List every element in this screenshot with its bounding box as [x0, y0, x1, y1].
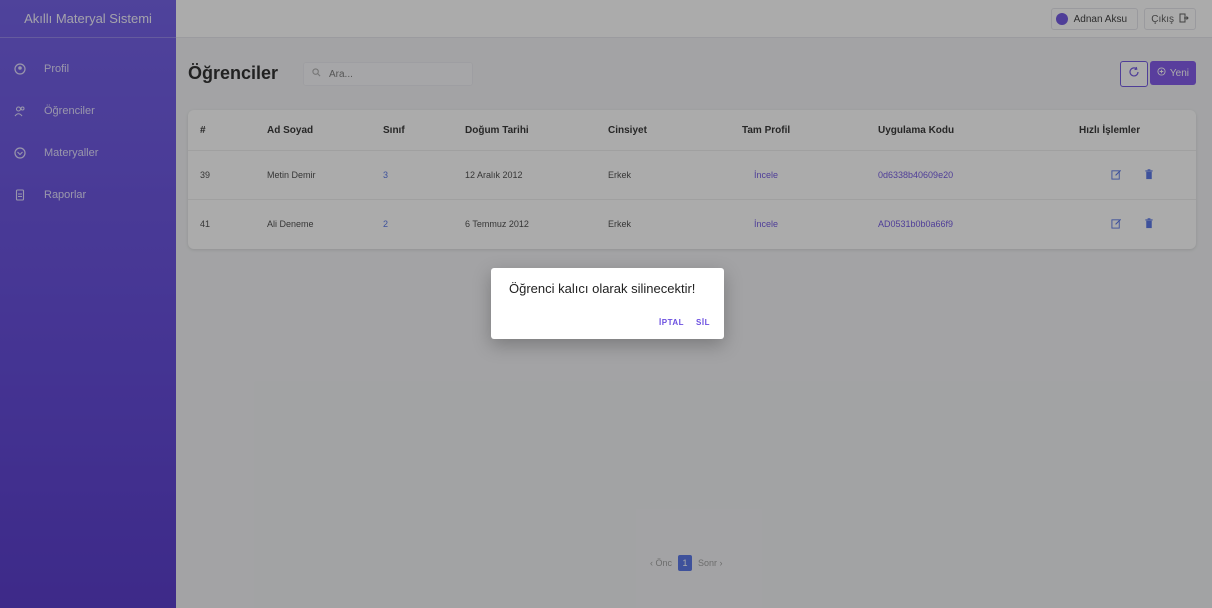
cancel-button[interactable]: İPTAL — [659, 318, 684, 327]
confirm-dialog: Öğrenci kalıcı olarak silinecektir! İPTA… — [491, 268, 724, 339]
dialog-actions: İPTAL SİL — [647, 318, 710, 327]
dialog-message: Öğrenci kalıcı olarak silinecektir! — [509, 281, 696, 296]
delete-confirm-button[interactable]: SİL — [696, 318, 710, 327]
